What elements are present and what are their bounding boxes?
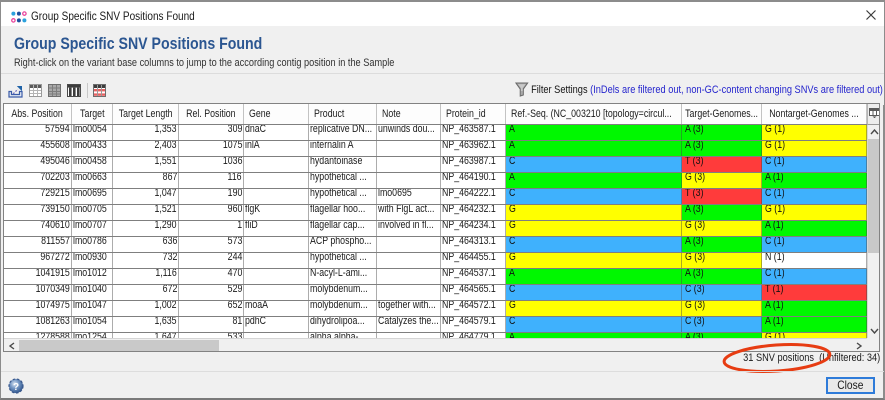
svg-text:?: ? [13,382,19,393]
